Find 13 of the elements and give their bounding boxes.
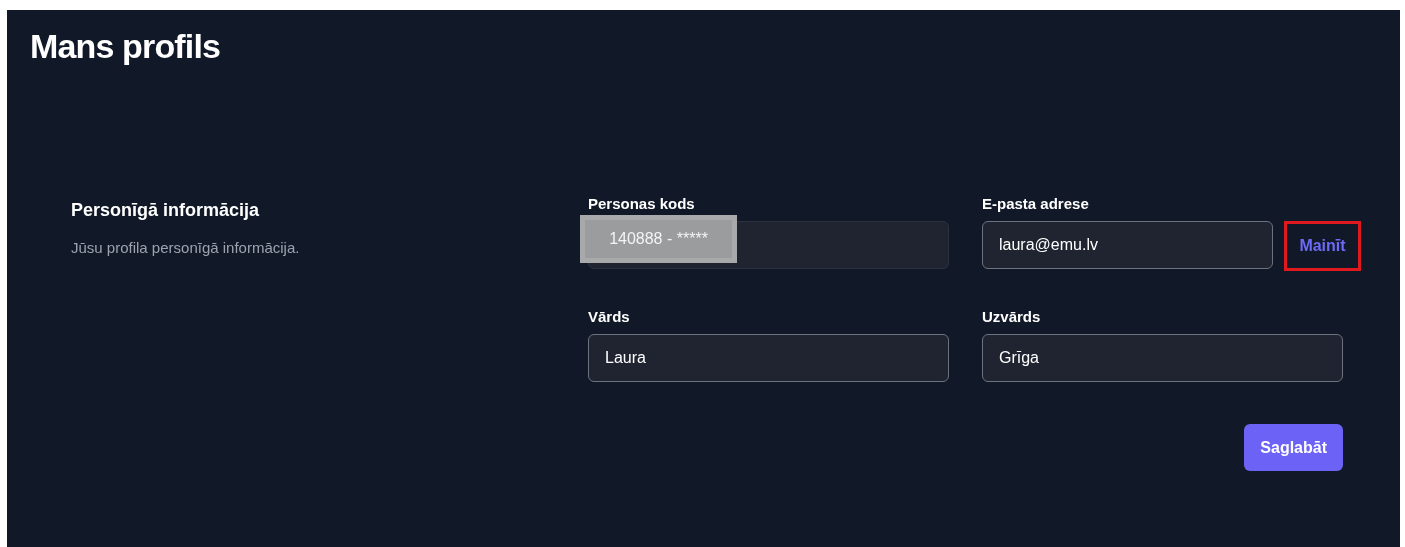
field-label: Vārds <box>588 307 630 327</box>
section-title: Personīgā informācija <box>71 199 260 222</box>
input-field[interactable]: Laura <box>588 334 949 382</box>
change-link[interactable]: Mainīt <box>1284 221 1361 271</box>
field-label: Uzvārds <box>982 307 1041 327</box>
redaction-overlay: 140888 - ***** <box>580 215 737 263</box>
input-field[interactable]: Grīga <box>982 334 1343 382</box>
page-title: Mans profils <box>30 26 221 66</box>
save-button[interactable]: Saglabāt <box>1244 424 1343 471</box>
section-description: Jūsu profila personīgā informācija. <box>71 238 300 258</box>
input-field[interactable]: laura@emu.lv <box>982 221 1273 269</box>
field-label: Personas kods <box>588 194 695 214</box>
field-label: E-pasta adrese <box>982 194 1089 214</box>
